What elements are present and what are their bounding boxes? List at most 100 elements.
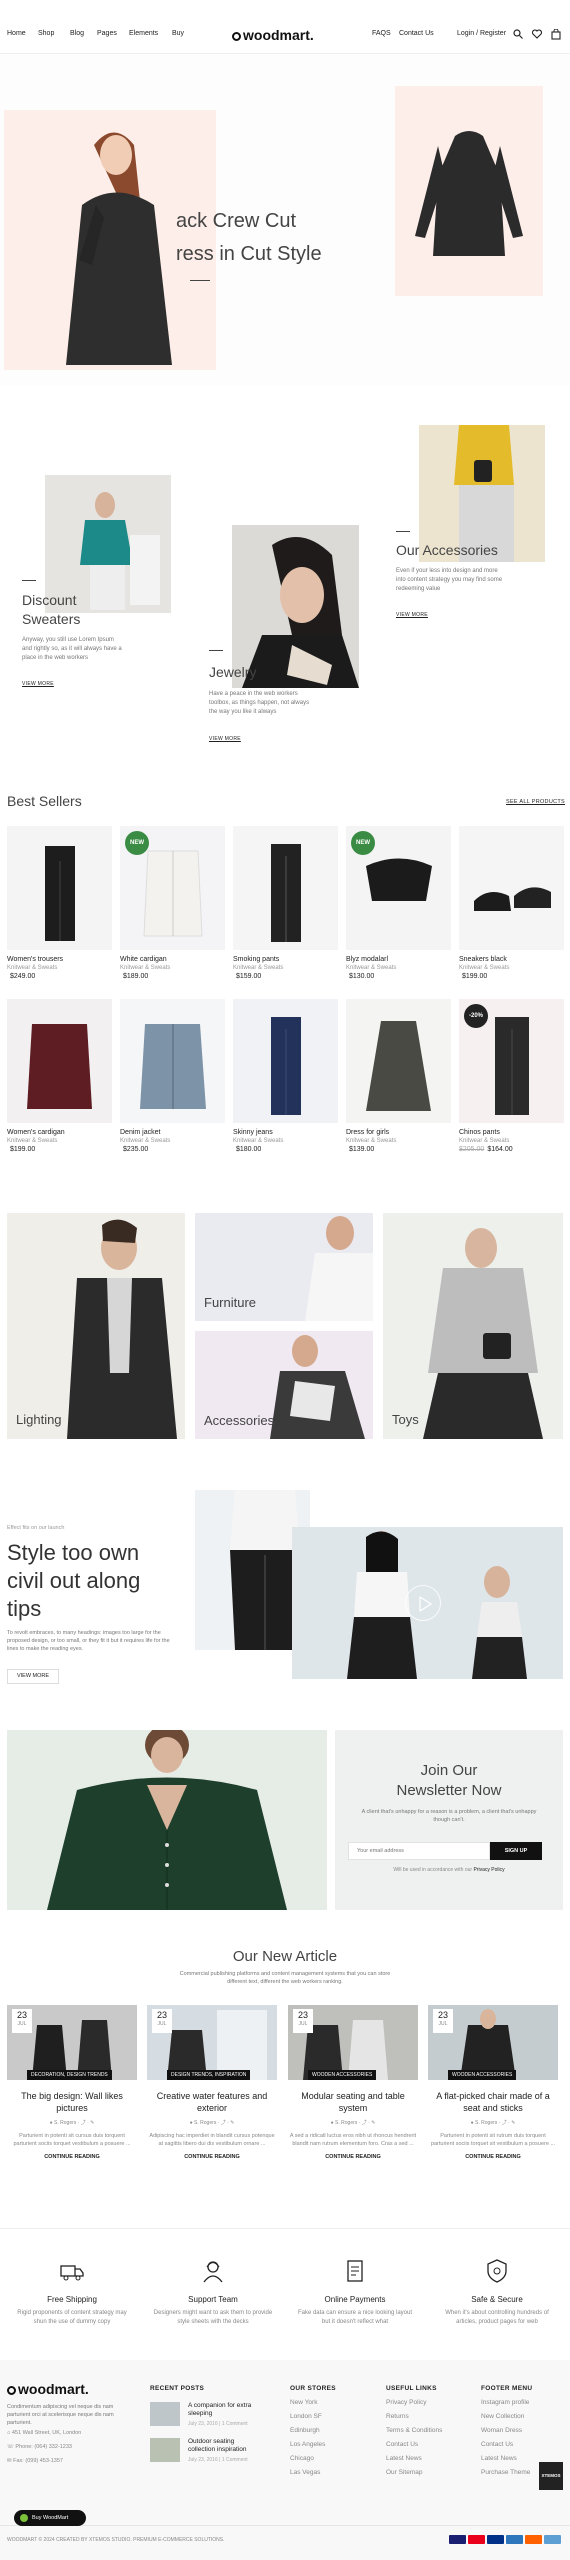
nav-contact[interactable]: Contact Us xyxy=(399,30,434,37)
product-name[interactable]: Sneakers black xyxy=(459,956,564,963)
newsletter-signup-button[interactable]: SIGN UP xyxy=(490,1842,542,1860)
category-furniture-card[interactable]: Furniture xyxy=(195,1213,373,1321)
article-category[interactable]: WOODEN ACCESSORIES xyxy=(308,2070,377,2080)
product-name[interactable]: Dress for girls xyxy=(346,1129,451,1136)
footer-menu-link[interactable]: Instagram profile xyxy=(481,2399,532,2406)
recent-post-1-title[interactable]: A companion for extra sleeping xyxy=(188,2402,263,2418)
category-lighting-card[interactable]: Lighting xyxy=(7,1213,185,1439)
product-name[interactable]: Women's trousers xyxy=(7,956,112,963)
footer-menu-link[interactable]: Latest News xyxy=(481,2455,532,2462)
footer-useful-link[interactable]: Contact Us xyxy=(386,2441,442,2448)
newsletter-email-input[interactable] xyxy=(348,1842,490,1860)
product-card[interactable]: Skinny jeans Knitwear & Sweats $180.00 xyxy=(233,999,338,1153)
article-category[interactable]: WOODEN ACCESSORIES xyxy=(448,2070,517,2080)
product-card[interactable]: Smoking pants Knitwear & Sweats $159.00 xyxy=(233,826,338,980)
footer-logo[interactable]: woodmart. xyxy=(7,2381,89,2397)
recent-post-2-title[interactable]: Outdoor seating collection inspiration xyxy=(188,2438,263,2454)
continue-reading-link[interactable]: CONTINUE READING xyxy=(7,2154,137,2160)
nav-pages[interactable]: Pages xyxy=(97,30,117,37)
product-image[interactable]: NEW xyxy=(120,826,225,950)
share-icon[interactable]: ⤴ xyxy=(362,2120,367,2126)
search-icon[interactable] xyxy=(513,29,523,39)
product-image[interactable] xyxy=(233,826,338,950)
footer-menu-link[interactable]: Contact Us xyxy=(481,2441,532,2448)
article-title[interactable]: The big design: Wall likes pictures xyxy=(7,2090,137,2114)
privacy-policy-link[interactable]: Privacy Policy xyxy=(473,1867,504,1873)
article-card[interactable]: 23 JUL DECORATION, DESIGN TRENDS The big de… xyxy=(7,2005,137,2160)
article-image[interactable]: 23 JUL WOODEN ACCESSORIES xyxy=(288,2005,418,2080)
article-image[interactable]: 23 JUL WOODEN ACCESSORIES xyxy=(428,2005,558,2080)
promo2-view-more[interactable]: VIEW MORE xyxy=(209,736,241,742)
product-image[interactable]: NEW xyxy=(346,826,451,950)
footer-useful-link[interactable]: Privacy Policy xyxy=(386,2399,442,2406)
product-name[interactable]: Blyz modalarl xyxy=(346,956,451,963)
article-category[interactable]: DECORATION, DESIGN TRENDS xyxy=(27,2070,112,2080)
continue-reading-link[interactable]: CONTINUE READING xyxy=(428,2154,558,2160)
product-image[interactable] xyxy=(459,826,564,950)
share-icon[interactable]: ⤴ xyxy=(502,2120,507,2126)
article-card[interactable]: 23 JUL DESIGN TRENDS, INSPIRATION Creative … xyxy=(147,2005,277,2160)
product-card[interactable]: NEW White cardigan Knitwear & Sweats $189.0… xyxy=(120,826,225,980)
footer-store-link[interactable]: Los Angeles xyxy=(290,2441,336,2448)
footer-useful-link[interactable]: Our Sitemap xyxy=(386,2469,442,2476)
comment-icon[interactable]: ✎ xyxy=(90,2120,94,2126)
footer-store-link[interactable]: New York xyxy=(290,2399,336,2406)
product-image[interactable] xyxy=(233,999,338,1123)
article-title[interactable]: Creative water features and exterior xyxy=(147,2090,277,2114)
footer-useful-link[interactable]: Returns xyxy=(386,2413,442,2420)
nav-faqs[interactable]: FAQS xyxy=(372,30,391,37)
recent-post-2-thumb[interactable] xyxy=(150,2438,180,2462)
footer-menu-link[interactable]: New Collection xyxy=(481,2413,532,2420)
footer-useful-link[interactable]: Terms & Conditions xyxy=(386,2427,442,2434)
product-name[interactable]: Skinny jeans xyxy=(233,1129,338,1136)
product-category[interactable]: Knitwear & Sweats xyxy=(7,1138,112,1144)
share-icon[interactable]: ⤴ xyxy=(81,2120,86,2126)
share-icon[interactable]: ⤴ xyxy=(221,2120,226,2126)
product-category[interactable]: Knitwear & Sweats xyxy=(346,1138,451,1144)
product-card[interactable]: Dress for girls Knitwear & Sweats $139.00 xyxy=(346,999,451,1153)
product-category[interactable]: Knitwear & Sweats xyxy=(346,965,451,971)
wishlist-heart-icon[interactable] xyxy=(532,29,542,39)
nav-blog[interactable]: Blog xyxy=(70,30,84,37)
product-category[interactable]: Knitwear & Sweats xyxy=(233,965,338,971)
comment-icon[interactable]: ✎ xyxy=(230,2120,234,2126)
xtemos-float-tag[interactable]: XTEMOS xyxy=(539,2462,563,2490)
article-card[interactable]: 23 JUL WOODEN ACCESSORIES A flat-picked cha… xyxy=(428,2005,558,2160)
login-link[interactable]: Login / Register xyxy=(457,30,506,37)
product-category[interactable]: Knitwear & Sweats xyxy=(459,1138,564,1144)
product-card[interactable]: Sneakers black Knitwear & Sweats $199.00 xyxy=(459,826,564,980)
product-name[interactable]: White cardigan xyxy=(120,956,225,963)
product-category[interactable]: Knitwear & Sweats xyxy=(233,1138,338,1144)
article-image[interactable]: 23 JUL DESIGN TRENDS, INSPIRATION xyxy=(147,2005,277,2080)
product-image[interactable] xyxy=(120,999,225,1123)
product-image[interactable] xyxy=(7,826,112,950)
recent-post-1-thumb[interactable] xyxy=(150,2402,180,2426)
product-image[interactable] xyxy=(7,999,112,1123)
product-name[interactable]: Denim jacket xyxy=(120,1129,225,1136)
product-category[interactable]: Knitwear & Sweats xyxy=(7,965,112,971)
footer-menu-link[interactable]: Purchase Theme xyxy=(481,2469,532,2476)
site-logo[interactable]: woodmart. xyxy=(232,27,314,43)
footer-menu-link[interactable]: Woman Dress xyxy=(481,2427,532,2434)
article-title[interactable]: A flat-picked chair made of a seat and s… xyxy=(428,2090,558,2114)
promo3-view-more[interactable]: VIEW MORE xyxy=(396,612,428,618)
article-category[interactable]: DESIGN TRENDS, INSPIRATION xyxy=(167,2070,251,2080)
article-image[interactable]: 23 JUL DECORATION, DESIGN TRENDS xyxy=(7,2005,137,2080)
article-card[interactable]: 23 JUL WOODEN ACCESSORIES Modular seating a… xyxy=(288,2005,418,2160)
footer-store-link[interactable]: Las Vegas xyxy=(290,2469,336,2476)
product-card[interactable]: Women's cardigan Knitwear & Sweats $199.00 xyxy=(7,999,112,1153)
product-card[interactable]: -20% Chinos pants Knitwear & Sweats $205.00… xyxy=(459,999,564,1153)
product-category[interactable]: Knitwear & Sweats xyxy=(459,965,564,971)
article-title[interactable]: Modular seating and table system xyxy=(288,2090,418,2114)
comment-icon[interactable]: ✎ xyxy=(511,2120,515,2126)
video-play-button[interactable] xyxy=(405,1585,441,1621)
category-toys-card[interactable]: Toys xyxy=(383,1213,563,1439)
footer-store-link[interactable]: Edinburgh xyxy=(290,2427,336,2434)
cart-bag-icon[interactable] xyxy=(551,29,561,40)
product-card[interactable]: Women's trousers Knitwear & Sweats $249.00 xyxy=(7,826,112,980)
footer-store-link[interactable]: London SF xyxy=(290,2413,336,2420)
product-category[interactable]: Knitwear & Sweats xyxy=(120,965,225,971)
nav-home[interactable]: Home xyxy=(7,30,26,37)
product-name[interactable]: Women's cardigan xyxy=(7,1129,112,1136)
see-all-products-link[interactable]: SEE ALL PRODUCTS xyxy=(506,799,565,805)
